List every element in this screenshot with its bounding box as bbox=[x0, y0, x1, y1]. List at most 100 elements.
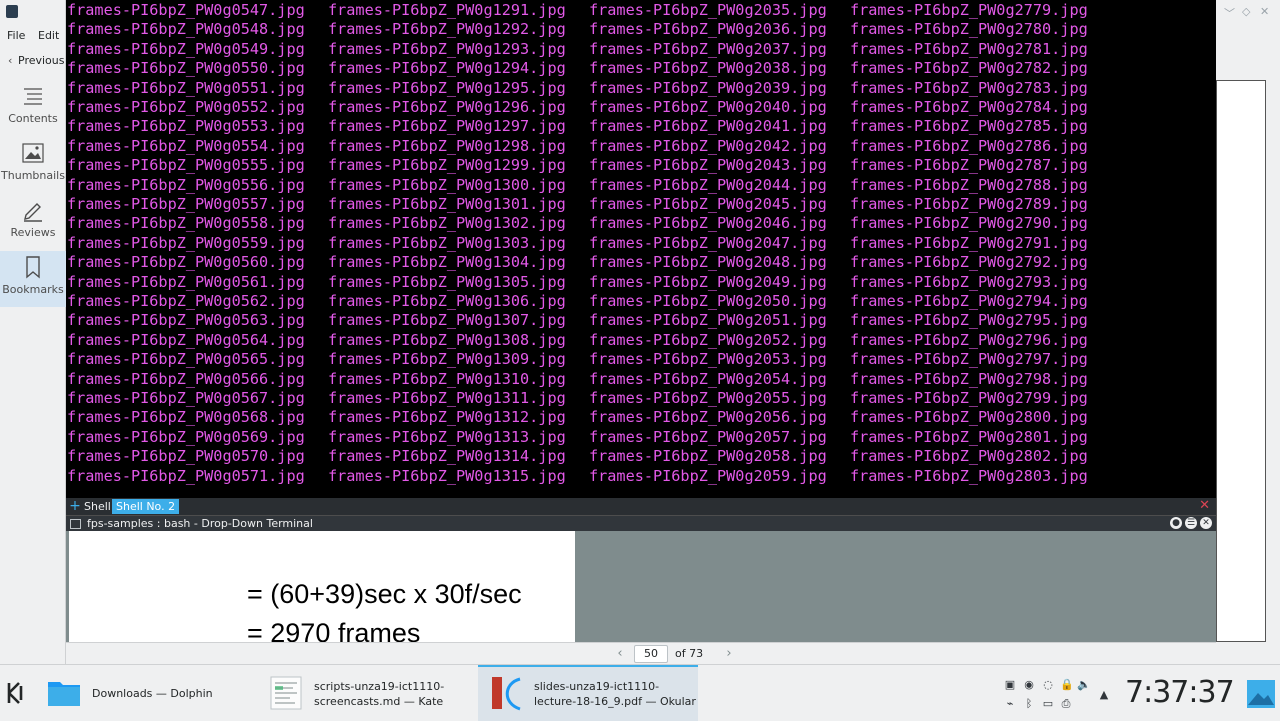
file-name: frames-PI6bpZ_PW0g2055.jpg bbox=[589, 389, 827, 407]
clock[interactable]: 7:37:37 bbox=[1125, 675, 1235, 710]
file-name: frames-PI6bpZ_PW0g2049.jpg bbox=[589, 272, 827, 291]
clipboard-icon[interactable]: ▣ bbox=[1004, 679, 1016, 691]
sidebar-reviews[interactable]: Reviews bbox=[0, 194, 66, 250]
task-okular-line2: lecture-18-16_9.pdf — Okular bbox=[534, 695, 696, 708]
task-okular-line1: slides-unza19-ict1110- bbox=[534, 680, 660, 693]
task-kate[interactable]: scripts-unza19-ict1110- screencasts.md —… bbox=[258, 665, 478, 721]
bluetooth-icon[interactable]: ᛒ bbox=[1023, 698, 1035, 710]
reviews-icon bbox=[24, 203, 42, 222]
file-name: frames-PI6bpZ_PW0g0563.jpg bbox=[67, 311, 305, 330]
file-name: frames-PI6bpZ_PW0g1310.jpg bbox=[328, 369, 566, 388]
file-name: frames-PI6bpZ_PW0g1291.jpg bbox=[328, 1, 566, 19]
file-name: frames-PI6bpZ_PW0g0556.jpg bbox=[67, 175, 305, 194]
file-name: frames-PI6bpZ_PW0g2044.jpg bbox=[589, 175, 827, 194]
usb-icon[interactable]: ⌁ bbox=[1004, 698, 1016, 710]
battery-icon[interactable]: ▭ bbox=[1042, 698, 1054, 710]
network-status-icon[interactable]: ◌ bbox=[1042, 679, 1054, 691]
show-desktop-icon[interactable] bbox=[1246, 679, 1276, 709]
sidebar-thumbnails[interactable]: Thumbnails bbox=[0, 137, 66, 193]
page-number-input[interactable]: 50 bbox=[634, 645, 668, 663]
file-name: frames-PI6bpZ_PW0g1305.jpg bbox=[328, 272, 566, 291]
file-name: frames-PI6bpZ_PW0g1311.jpg bbox=[328, 389, 566, 407]
document-view[interactable]: = (60+39)sec x 30f/sec = 2970 frames fra… bbox=[66, 531, 1216, 642]
file-name: frames-PI6bpZ_PW0g2059.jpg bbox=[589, 466, 827, 485]
lock-icon[interactable]: 🔒 bbox=[1060, 679, 1074, 691]
contents-icon bbox=[24, 88, 42, 105]
file-name: frames-PI6bpZ_PW0g2036.jpg bbox=[589, 20, 827, 39]
file-name: frames-PI6bpZ_PW0g0552.jpg bbox=[67, 98, 305, 116]
file-name: frames-PI6bpZ_PW0g2785.jpg bbox=[850, 117, 1088, 136]
previous-page-icon[interactable]: ‹ bbox=[613, 646, 627, 661]
system-tray: ▣ ◉ ◌ 🔒 🔈 ▲ ⌁ ᛒ ▭ ⎙ bbox=[1000, 675, 1120, 715]
file-name: frames-PI6bpZ_PW0g2047.jpg bbox=[589, 233, 827, 252]
file-name: frames-PI6bpZ_PW0g0548.jpg bbox=[67, 20, 305, 39]
close-window-icon[interactable]: ✕ bbox=[1260, 5, 1269, 18]
sidebar-label-reviews: Reviews bbox=[10, 226, 56, 239]
close-tab-icon[interactable]: ✕ bbox=[1199, 498, 1210, 514]
background-window-right: ﹀ ◇ ✕ bbox=[1216, 0, 1280, 664]
updates-icon[interactable]: ◉ bbox=[1023, 679, 1035, 691]
application-launcher-icon[interactable] bbox=[4, 680, 30, 706]
file-name: frames-PI6bpZ_PW0g0569.jpg bbox=[67, 427, 305, 446]
file-name: frames-PI6bpZ_PW0g2040.jpg bbox=[589, 98, 827, 116]
page-total: 73 bbox=[689, 647, 704, 660]
tab-shell-no-2[interactable]: Shell No. 2 bbox=[112, 499, 180, 514]
menu-icon[interactable]: ☰ bbox=[1185, 517, 1197, 529]
file-name: frames-PI6bpZ_PW0g0551.jpg bbox=[67, 78, 305, 97]
file-name: frames-PI6bpZ_PW0g2800.jpg bbox=[850, 408, 1088, 427]
slide-page: = (60+39)sec x 30f/sec = 2970 frames fra… bbox=[69, 531, 575, 642]
text-editor-icon bbox=[270, 676, 302, 710]
close-icon[interactable]: ✕ bbox=[1200, 517, 1212, 529]
file-name: frames-PI6bpZ_PW0g1295.jpg bbox=[328, 78, 566, 97]
file-name: frames-PI6bpZ_PW0g2789.jpg bbox=[850, 195, 1088, 213]
sidebar-bookmarks[interactable]: Bookmarks bbox=[0, 251, 66, 307]
tab-shell[interactable]: Shell bbox=[80, 499, 115, 514]
previous-button[interactable]: ‹ Previous bbox=[8, 54, 65, 67]
folder-icon bbox=[48, 682, 80, 706]
file-name: frames-PI6bpZ_PW0g2791.jpg bbox=[850, 233, 1088, 252]
volume-icon[interactable]: 🔈 bbox=[1077, 679, 1091, 691]
file-name: frames-PI6bpZ_PW0g0570.jpg bbox=[67, 447, 305, 466]
task-kate-line1: scripts-unza19-ict1110- bbox=[314, 680, 445, 693]
file-name: frames-PI6bpZ_PW0g0565.jpg bbox=[67, 350, 305, 369]
file-name: frames-PI6bpZ_PW0g2782.jpg bbox=[850, 59, 1088, 78]
file-name: frames-PI6bpZ_PW0g1302.jpg bbox=[328, 214, 566, 233]
file-name: frames-PI6bpZ_PW0g2803.jpg bbox=[850, 466, 1088, 485]
printer-icon[interactable]: ⎙ bbox=[1060, 698, 1072, 710]
file-name: frames-PI6bpZ_PW0g0555.jpg bbox=[67, 156, 305, 175]
file-name: frames-PI6bpZ_PW0g1313.jpg bbox=[328, 427, 566, 446]
file-name: frames-PI6bpZ_PW0g0571.jpg bbox=[67, 466, 305, 485]
file-name: frames-PI6bpZ_PW0g2046.jpg bbox=[589, 214, 827, 233]
terminal-output[interactable]: frames-PI6bpZ_PW0g0547.jpg frames-PI6bpZ_… bbox=[66, 0, 1216, 498]
menu-file[interactable]: File bbox=[7, 29, 25, 42]
file-name: frames-PI6bpZ_PW0g2784.jpg bbox=[850, 98, 1088, 116]
file-name: frames-PI6bpZ_PW0g2801.jpg bbox=[850, 427, 1088, 446]
sidebar-label-bookmarks: Bookmarks bbox=[2, 283, 64, 296]
tray-expand-icon[interactable]: ▲ bbox=[1098, 689, 1110, 701]
task-dolphin-label: Downloads — Dolphin bbox=[92, 687, 213, 700]
sidebar-contents[interactable]: Contents bbox=[0, 80, 66, 136]
restore-icon[interactable]: ◇ bbox=[1242, 5, 1250, 18]
terminal-scrollbar[interactable] bbox=[1202, 0, 1216, 498]
file-name: frames-PI6bpZ_PW0g1300.jpg bbox=[328, 175, 566, 194]
file-name: frames-PI6bpZ_PW0g1299.jpg bbox=[328, 156, 566, 175]
file-name: frames-PI6bpZ_PW0g2035.jpg bbox=[589, 1, 827, 19]
keep-open-icon[interactable]: ● bbox=[1170, 517, 1182, 529]
bookmarks-icon bbox=[26, 256, 40, 279]
file-name: frames-PI6bpZ_PW0g1306.jpg bbox=[328, 292, 566, 310]
page-of-word: of bbox=[675, 647, 686, 660]
task-dolphin[interactable]: Downloads — Dolphin bbox=[36, 665, 258, 721]
file-name: frames-PI6bpZ_PW0g2054.jpg bbox=[589, 369, 827, 388]
next-page-icon[interactable]: › bbox=[722, 646, 736, 661]
sidebar-label-thumbnails: Thumbnails bbox=[1, 169, 65, 182]
file-name: frames-PI6bpZ_PW0g0560.jpg bbox=[67, 253, 305, 272]
file-name: frames-PI6bpZ_PW0g2796.jpg bbox=[850, 330, 1088, 349]
chevron-left-icon: ‹ bbox=[8, 54, 13, 67]
file-name: frames-PI6bpZ_PW0g2787.jpg bbox=[850, 156, 1088, 175]
task-okular[interactable]: slides-unza19-ict1110- lecture-18-16_9.p… bbox=[478, 665, 698, 721]
file-name: frames-PI6bpZ_PW0g1304.jpg bbox=[328, 253, 566, 272]
file-name: frames-PI6bpZ_PW0g2045.jpg bbox=[589, 195, 827, 213]
menu-edit[interactable]: Edit bbox=[38, 29, 59, 42]
minimize-icon[interactable]: ﹀ bbox=[1224, 5, 1235, 21]
okular-window-left: File Edit ‹ Previous Contents Thumbnails … bbox=[0, 0, 66, 664]
